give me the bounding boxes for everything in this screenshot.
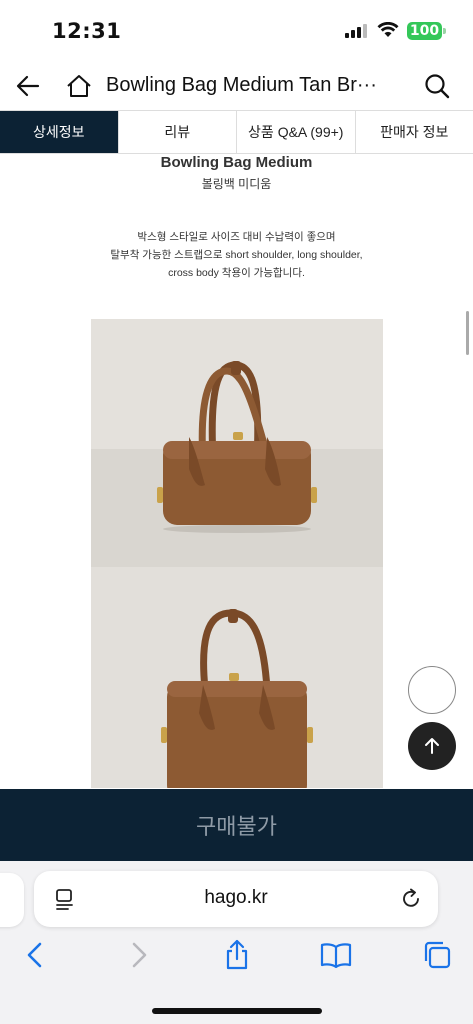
home-icon[interactable] [65,72,93,100]
back-arrow-icon[interactable] [14,72,42,100]
forward-icon[interactable] [122,939,154,971]
cellular-signal-icon [345,24,369,38]
description-line: 박스형 스타일로 사이즈 대비 수납력이 좋으며 [137,231,336,243]
browser-chrome: hago.kr [0,861,473,1024]
status-time: 12:31 [52,19,122,43]
battery-icon: 100 [407,22,442,40]
battery-tip [443,28,446,34]
tab-reviews[interactable]: 리뷰 [118,111,237,153]
product-description: 박스형 스타일로 사이즈 대비 수납력이 좋으며 탈부착 가능한 스트랩으로 s… [0,228,473,282]
arrow-up-icon [425,738,439,754]
tabs-icon[interactable] [421,939,453,971]
search-icon[interactable] [423,72,451,100]
nav-header: Bowling Bag Medium Tan Br··· [0,58,473,111]
product-detail-content: Bowling Bag Medium 볼링백 미디움 박스형 스타일로 사이즈 … [0,154,473,788]
home-indicator [152,1008,322,1014]
share-icon[interactable] [221,939,253,971]
page-title: Bowling Bag Medium Tan Br··· [106,74,376,96]
scroll-to-top-button[interactable] [408,722,456,770]
tab-qna[interactable]: 상품 Q&A (99+) [237,111,356,153]
url-text[interactable]: hago.kr [34,887,438,909]
back-icon[interactable] [20,939,52,971]
previous-tab-preview[interactable] [0,873,24,927]
description-line: cross body 착용이 가능합니다. [168,267,305,279]
product-photo [91,319,383,567]
bookmarks-icon[interactable] [320,939,352,971]
product-photo [91,567,383,788]
scrollbar[interactable] [466,311,469,355]
product-tabs: 상세정보 리뷰 상품 Q&A (99+) 판매자 정보 [0,111,473,154]
tab-seller-info[interactable]: 판매자 정보 [355,111,473,153]
reload-icon[interactable] [400,887,422,911]
description-line: 탈부착 가능한 스트랩으로 short shoulder, long shoul… [110,249,363,261]
purchase-unavailable-button[interactable]: 구매불가 [0,789,473,861]
wifi-icon [377,22,399,37]
address-bar[interactable]: hago.kr [34,871,438,927]
status-bar: 12:31 100 [0,0,473,58]
floating-action-button[interactable] [408,666,456,714]
product-name-korean: 볼링백 미디움 [201,177,272,191]
tab-details[interactable]: 상세정보 [0,111,119,153]
product-name: Bowling Bag Medium [160,154,313,171]
browser-toolbar [0,939,473,979]
